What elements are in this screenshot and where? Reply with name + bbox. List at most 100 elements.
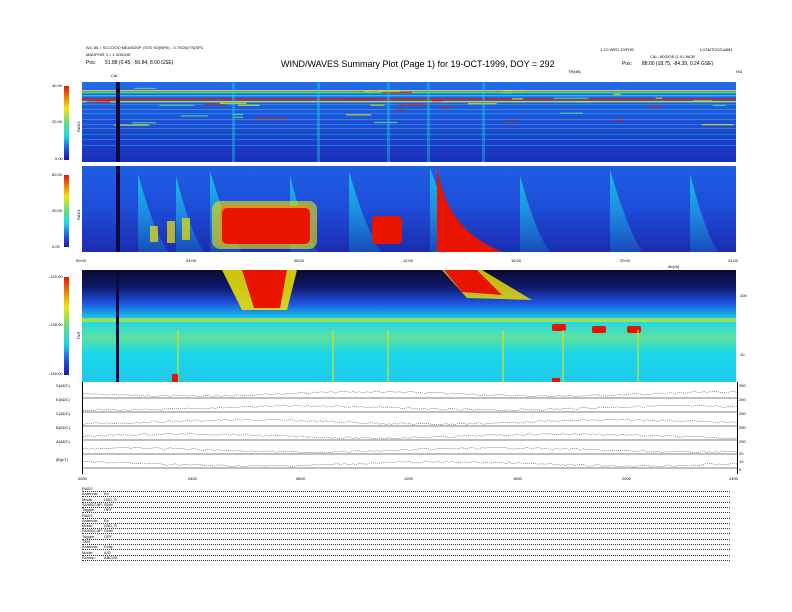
- tnr-right-tick-10: 10: [740, 352, 745, 357]
- rad1-yellow-spot: [150, 226, 158, 242]
- rad2-spot: [180, 115, 208, 117]
- rad1-spectrogram: [82, 166, 736, 252]
- sensor-traces: [82, 382, 738, 474]
- rad2-band: [82, 145, 736, 146]
- cal-bar: [116, 82, 120, 162]
- trace-label-b-nt: |B|(nT): [56, 457, 69, 462]
- tnr-ytick-top: -120.00: [49, 274, 63, 279]
- rad1-yellow-spot: [167, 221, 175, 243]
- rad1-xtick-2: 08:00: [294, 258, 305, 263]
- tnr-streak: [502, 330, 504, 382]
- rad2-burst-streak: [427, 82, 430, 162]
- rad1-ylabel: RAD1: [76, 209, 81, 220]
- header-right-line1: 1.1O WED 20/FOE: [600, 47, 635, 52]
- trace-right-e: 250: [739, 397, 746, 402]
- header-left-line2: MAGPHIS 3 = 1.3O/DOE: [86, 52, 131, 57]
- trace-xtick-2: 0800: [296, 476, 305, 481]
- rad2-burst-streak: [482, 82, 485, 162]
- param-row-rule: [82, 528, 730, 530]
- trace-line: [83, 404, 737, 412]
- pos-right-label: Pos:: [622, 61, 633, 67]
- trace-right-b: 250: [739, 425, 746, 430]
- rad2-spot: [399, 104, 431, 106]
- cal-marker: Cal: [111, 73, 118, 78]
- tnr-streak: [637, 330, 639, 382]
- rad2-spot: [504, 121, 518, 123]
- rad2-band: [82, 101, 736, 103]
- trace-right-c: 250: [739, 411, 746, 416]
- tnr-streak: [562, 330, 564, 382]
- trace-label-c: C(ADC): [56, 411, 70, 416]
- rad2-spot: [97, 99, 115, 102]
- pos-left-value: 51.88 (0.45, -50.84, 8.00 GSE): [105, 60, 174, 66]
- param-row-rule: [82, 538, 730, 540]
- param-row-rule: [82, 533, 730, 535]
- trace-right-bnt-20: 20: [739, 451, 744, 456]
- rad2-burst-streak: [387, 82, 390, 162]
- rad2-band: [82, 124, 736, 125]
- trace-xtick-1: 0400: [188, 476, 197, 481]
- rad1-xtick-5: 20:00: [620, 258, 631, 263]
- cal-bar: [116, 270, 119, 382]
- param-row-rule: [82, 554, 730, 556]
- rad2-band: [82, 109, 736, 110]
- tnr-band: [82, 318, 736, 322]
- rad2-spot: [203, 103, 226, 105]
- pos-left-label: Pos:: [86, 60, 97, 66]
- rad1-xtick-3: 12:00: [403, 258, 414, 263]
- rad1-xtick-4: 16:00: [511, 258, 522, 263]
- tnr-units: db(ch): [668, 264, 680, 269]
- tr-right-label: Hi3: [736, 69, 743, 74]
- tr-label: TR(dB): [568, 69, 581, 74]
- header-right-line2: CAL: 80/DOE (1.0) JAOE: [650, 54, 696, 59]
- rad2-band: [82, 95, 736, 97]
- header-left-line1: S/C 85 = SCCOOO MEASOSP (TOS SO(NPK) - 0…: [86, 45, 204, 50]
- trace-xtick-3: 1200: [404, 476, 413, 481]
- rad2-band: [82, 90, 736, 92]
- trace-line: [83, 390, 737, 398]
- trace-right-a: 250: [739, 439, 746, 444]
- param-row-rule: [82, 491, 730, 492]
- rad2-spot: [159, 104, 194, 106]
- rad2-spot: [693, 99, 713, 102]
- trace-right-bnt-10: 10: [739, 459, 744, 464]
- tnr-red-spot: [592, 326, 606, 333]
- rad2-spot: [499, 92, 513, 94]
- param-row-rule: [82, 512, 730, 514]
- rad1-ytick-bottom: 0.00: [52, 244, 60, 249]
- rad1-red-core: [222, 208, 310, 244]
- tnr-ylabel: TNR: [76, 331, 81, 340]
- rad2-spot: [440, 106, 452, 108]
- rad1-xtick-6: 24:00: [728, 258, 739, 263]
- rad2-spot: [132, 124, 147, 126]
- rad2-burst-streak: [232, 82, 235, 162]
- rad2-spot: [132, 122, 156, 124]
- trace-xtick-4: 1600: [513, 476, 522, 481]
- trace-line: [83, 446, 737, 454]
- rad1-ytick-top: 60.00: [52, 172, 63, 177]
- trace-label-b: B(ADC): [56, 425, 70, 430]
- tnr-right-tick-100: 100: [740, 293, 747, 298]
- rad1-colorbar: [64, 175, 69, 247]
- trace-right-bnt-0: 0: [739, 467, 742, 472]
- rad1-xtick-1: 04:00: [186, 258, 197, 263]
- param-row-rule: [82, 522, 730, 524]
- page-title: WIND/WAVES Summary Plot (Page 1) for 19-…: [281, 59, 555, 69]
- rad1-ytick-mid: 30.00: [52, 208, 63, 213]
- param-row-rule: [82, 496, 730, 498]
- rad2-spot: [370, 104, 385, 106]
- rad2-spot: [553, 97, 589, 99]
- rad2-band: [82, 119, 736, 120]
- rad2-spot: [374, 121, 398, 124]
- rad2-spot: [613, 93, 621, 95]
- rad2-burst-streak: [317, 82, 320, 162]
- rad2-spot: [238, 104, 260, 106]
- rad2-spot: [511, 98, 524, 100]
- rad1-yellow-spot: [182, 218, 190, 240]
- rad2-spectrogram: [82, 82, 736, 162]
- rad2-spot: [647, 105, 661, 108]
- trace-line: [83, 432, 737, 440]
- rad2-spot: [701, 124, 734, 126]
- rad2-spot: [345, 114, 372, 116]
- rad2-spot: [395, 109, 406, 111]
